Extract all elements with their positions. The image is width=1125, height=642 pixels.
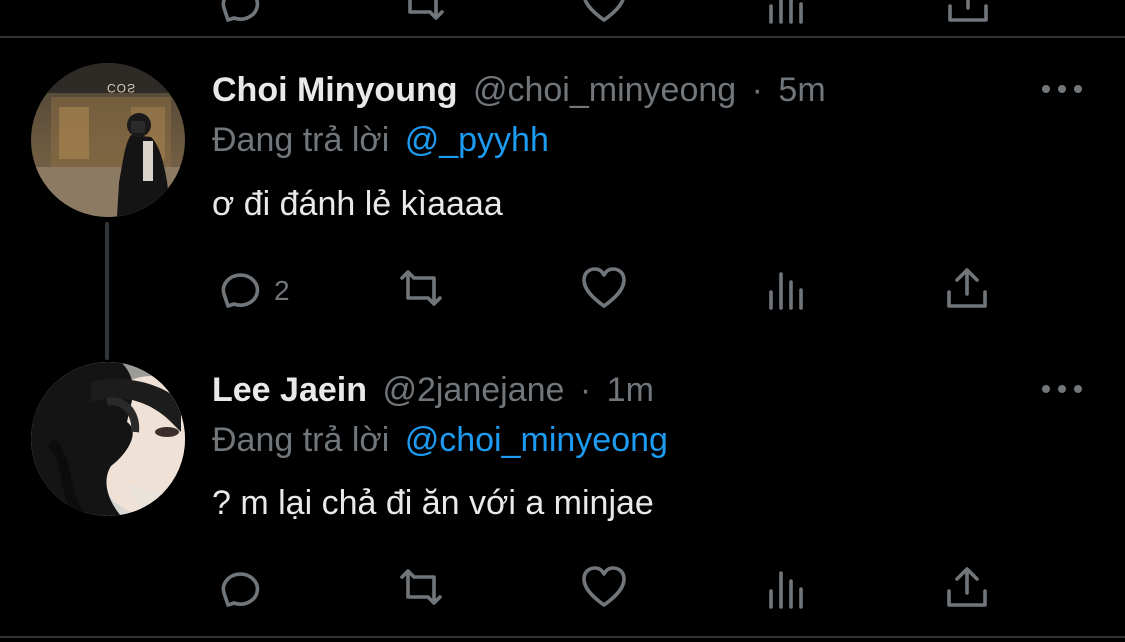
separator: ·: [751, 71, 763, 109]
separator: ·: [579, 371, 592, 409]
timestamp[interactable]: 5m: [778, 71, 825, 109]
retweet-icon: [394, 563, 448, 616]
tweet-text: ơ đi đánh lẻ kìaaaa: [212, 185, 503, 223]
analytics-button[interactable]: [765, 563, 809, 616]
retweet-button[interactable]: [394, 563, 448, 616]
reply-button[interactable]: [214, 563, 274, 616]
like-icon[interactable]: [580, 0, 628, 31]
analytics-icon[interactable]: [765, 0, 809, 31]
display-name[interactable]: Lee Jaein: [212, 371, 367, 409]
reply-icon[interactable]: [214, 0, 262, 31]
mention-link[interactable]: @_pyyhh: [405, 121, 549, 159]
like-button[interactable]: [580, 264, 628, 317]
analytics-icon: [765, 563, 809, 616]
tweet-divider: [0, 36, 1125, 38]
share-icon[interactable]: [944, 0, 992, 31]
handle[interactable]: @2janejane: [382, 371, 564, 409]
avatar[interactable]: COS: [31, 63, 185, 217]
retweet-button[interactable]: [394, 264, 448, 317]
more-options-icon[interactable]: [1042, 382, 1084, 396]
share-icon: [943, 563, 991, 616]
avatar-sign-text: COS: [107, 81, 137, 95]
tweet-divider: [0, 636, 1125, 638]
like-icon: [580, 563, 628, 616]
analytics-button[interactable]: [765, 264, 809, 317]
thread-connector-line: [105, 222, 109, 360]
replying-to: Đang trả lời @choi_minyeong: [212, 420, 668, 460]
tweet-header: Lee Jaein @2janejane · 1m: [212, 370, 654, 410]
retweet-icon: [394, 264, 448, 317]
avatar[interactable]: [31, 362, 185, 516]
replying-to-label: Đang trả lời: [212, 421, 390, 459]
share-button[interactable]: [943, 264, 991, 317]
reply-button[interactable]: 2: [214, 264, 290, 317]
replying-to: Đang trả lời @_pyyhh: [212, 120, 549, 160]
display-name[interactable]: Choi Minyoung: [212, 71, 458, 109]
tweet-header: Choi Minyoung @choi_minyeong · 5m: [212, 70, 826, 110]
share-icon: [943, 264, 991, 317]
mention-link[interactable]: @choi_minyeong: [405, 421, 668, 459]
share-button[interactable]: [943, 563, 991, 616]
like-button[interactable]: [580, 563, 628, 616]
more-options-icon[interactable]: [1042, 82, 1084, 96]
retweet-icon[interactable]: [396, 0, 450, 31]
like-icon: [580, 264, 628, 317]
reply-count: 2: [274, 274, 290, 306]
reply-icon: [214, 563, 262, 616]
previous-tweet-actions: [0, 0, 1125, 36]
handle[interactable]: @choi_minyeong: [473, 71, 736, 109]
timestamp[interactable]: 1m: [607, 371, 654, 409]
replying-to-label: Đang trả lời: [212, 121, 390, 159]
tweet-text: ? m lại chả đi ăn với a minjae: [212, 484, 654, 522]
analytics-icon: [765, 264, 809, 317]
reply-icon: [214, 264, 262, 317]
